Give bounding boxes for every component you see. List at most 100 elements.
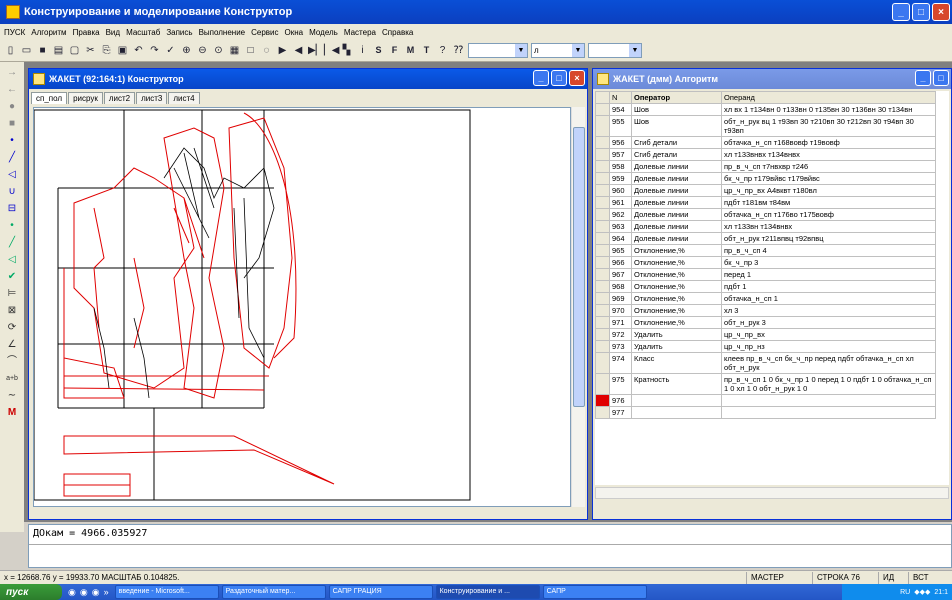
table-row[interactable]: 956 Сгиб детали обтачка_н_сп т168вовф т19в… [595, 136, 936, 149]
menu-view[interactable]: Вид [106, 28, 120, 37]
close-button[interactable]: × [932, 3, 950, 21]
cell-operand[interactable]: хл 3 [721, 304, 936, 317]
cell-n[interactable]: 967 [609, 268, 632, 281]
table-row[interactable]: 973 Удалить цр_ч_пр_нз [595, 340, 936, 353]
zoom-out-icon[interactable]: ⊖ [196, 44, 209, 57]
row-marker[interactable] [595, 232, 610, 245]
row-marker[interactable] [595, 394, 610, 407]
cell-operand[interactable]: обтачка_н_сп т176во т175вовф [721, 208, 936, 221]
cell-n[interactable]: 969 [609, 292, 632, 305]
cell-n[interactable]: 976 [609, 394, 632, 407]
cell-operand[interactable]: пр_в_ч_сп 1 0 бк_ч_пр 1 0 перед 1 0 пдбт… [721, 373, 936, 395]
help-icon[interactable]: ? [436, 44, 449, 57]
menu-model[interactable]: Модель [309, 28, 338, 37]
cell-n[interactable]: 966 [609, 256, 632, 269]
menu-record[interactable]: Запись [166, 28, 192, 37]
cell-operand[interactable]: обт_н_рук т211впвц т92впвц [721, 232, 936, 245]
cell-operand[interactable]: клеев пр_в_ч_сп бк_ч_пр перед пдбт обтач… [721, 352, 936, 374]
context-help-icon[interactable]: ⁇ [452, 44, 465, 57]
table-row[interactable]: 961 Долевые линии пдбт т181вм т84вм [595, 196, 936, 209]
copy-icon[interactable]: ⎘ [100, 44, 113, 57]
tab-risruk[interactable]: рисрук [68, 92, 103, 104]
table-row[interactable]: 969 Отклонение,% обтачка_н_сп 1 [595, 292, 936, 305]
cell-operator[interactable]: Долевые линии [631, 196, 722, 209]
table-row[interactable]: 964 Долевые линии обт_н_рук т211впвц т92вп… [595, 232, 936, 245]
paste-icon[interactable]: ▣ [116, 44, 129, 57]
tool-icon[interactable]: ▚ [340, 44, 353, 57]
row-marker[interactable] [595, 292, 610, 305]
chevron-right-icon[interactable]: » [104, 587, 109, 598]
arrow-left-icon[interactable]: ← [4, 83, 20, 97]
step-forward-icon[interactable]: ▶▏ [308, 44, 323, 57]
table-row[interactable]: 962 Долевые линии обтачка_н_сп т176во т175… [595, 208, 936, 221]
cell-n[interactable]: 957 [609, 148, 632, 161]
m-icon[interactable]: M [4, 406, 20, 420]
cell-operand[interactable]: хл т133вн т134внвх [721, 220, 936, 233]
cell-n[interactable]: 968 [609, 280, 632, 293]
dot-icon[interactable]: • [4, 134, 20, 148]
cell-n[interactable]: 965 [609, 244, 632, 257]
table-row[interactable]: 955 Шов обт_н_рук вц 1 т93вп 30 т210вп 30 … [595, 115, 936, 137]
cell-n[interactable]: 955 [609, 115, 632, 137]
check-icon[interactable]: ✓ [164, 44, 177, 57]
table-row[interactable]: 959 Долевые линии бк_ч_пр т179вйвс т179вйв… [595, 172, 936, 185]
table-row[interactable]: 977 [595, 406, 936, 419]
cell-n[interactable]: 954 [609, 103, 632, 116]
cell-operand[interactable]: перед 1 [721, 268, 936, 281]
task-sapr[interactable]: САПР [542, 585, 647, 599]
cell-operator[interactable]: Отклонение,% [631, 304, 722, 317]
combo-layer[interactable]: л ▼ [531, 43, 585, 58]
table-row[interactable]: 971 Отклонение,% обт_н_рук 3 [595, 316, 936, 329]
row-marker[interactable] [595, 148, 610, 161]
wave-icon[interactable]: ∼ [4, 389, 20, 403]
quick-launch-icon[interactable]: ◉ [80, 587, 88, 598]
cell-operator[interactable]: Долевые линии [631, 160, 722, 173]
cell-operand[interactable] [721, 406, 936, 419]
cell-operator[interactable]: Отклонение,% [631, 244, 722, 257]
cell-operator[interactable]: Отклонение,% [631, 316, 722, 329]
tab-sp-pol[interactable]: сп_пол [31, 92, 68, 104]
row-marker[interactable] [595, 136, 610, 149]
line-icon[interactable]: ╱ [4, 151, 20, 165]
table-row[interactable]: 974 Класс клеев пр_в_ч_сп бк_ч_пр перед пд… [595, 352, 936, 374]
cell-operand[interactable]: пдбт 1 [721, 280, 936, 293]
constructor-maximize-button[interactable]: □ [551, 70, 567, 86]
cell-operator[interactable]: Долевые линии [631, 232, 722, 245]
cell-operand[interactable]: обтачка_н_сп т168вовф т19вовф [721, 136, 936, 149]
quick-launch-icon[interactable]: ◉ [92, 587, 100, 598]
square-icon[interactable]: ■ [4, 117, 20, 131]
row-marker[interactable] [595, 352, 610, 374]
menu-edit[interactable]: Правка [73, 28, 100, 37]
cell-operator[interactable]: Отклонение,% [631, 280, 722, 293]
table-row[interactable]: 975 Кратность пр_в_ч_сп 1 0 бк_ч_пр 1 0 пе… [595, 373, 936, 395]
row-marker[interactable] [595, 115, 610, 137]
row-marker[interactable] [595, 103, 610, 116]
step-back-icon[interactable]: ◀ [292, 44, 305, 57]
save-icon[interactable]: ■ [36, 44, 49, 57]
cell-operator[interactable]: Долевые линии [631, 172, 722, 185]
grid-icon[interactable]: ⊟ [4, 202, 20, 216]
rotate-icon[interactable]: ⟳ [4, 321, 20, 335]
table-row[interactable]: 968 Отклонение,% пдбт 1 [595, 280, 936, 293]
cell-n[interactable]: 970 [609, 304, 632, 317]
print-icon[interactable]: ▤ [52, 44, 65, 57]
cell-n[interactable]: 956 [609, 136, 632, 149]
cell-operator[interactable]: Долевые линии [631, 220, 722, 233]
table-row[interactable]: 976 [595, 394, 936, 407]
cell-operator[interactable]: Долевые линии [631, 184, 722, 197]
minimize-button[interactable]: _ [892, 3, 910, 21]
row-marker[interactable] [595, 340, 610, 353]
cell-n[interactable]: 977 [609, 406, 632, 419]
task-handout[interactable]: Раздаточный матер... [221, 585, 326, 599]
zoom-prev-icon[interactable]: ◌ [260, 44, 273, 57]
constructor-close-button[interactable]: × [569, 70, 585, 86]
cell-operator[interactable]: Отклонение,% [631, 268, 722, 281]
menu-algorithm[interactable]: Алгоритм [31, 28, 66, 37]
cell-n[interactable]: 964 [609, 232, 632, 245]
canvas-vertical-scrollbar[interactable] [571, 107, 585, 507]
cell-operand[interactable]: обтачка_н_сп 1 [721, 292, 936, 305]
cell-operator[interactable]: Отклонение,% [631, 292, 722, 305]
zoom-frame-icon[interactable]: □ [244, 44, 257, 57]
cell-operand[interactable]: цр_ч_пр_вх А4вквт т180вл [721, 184, 936, 197]
row-marker[interactable] [595, 268, 610, 281]
